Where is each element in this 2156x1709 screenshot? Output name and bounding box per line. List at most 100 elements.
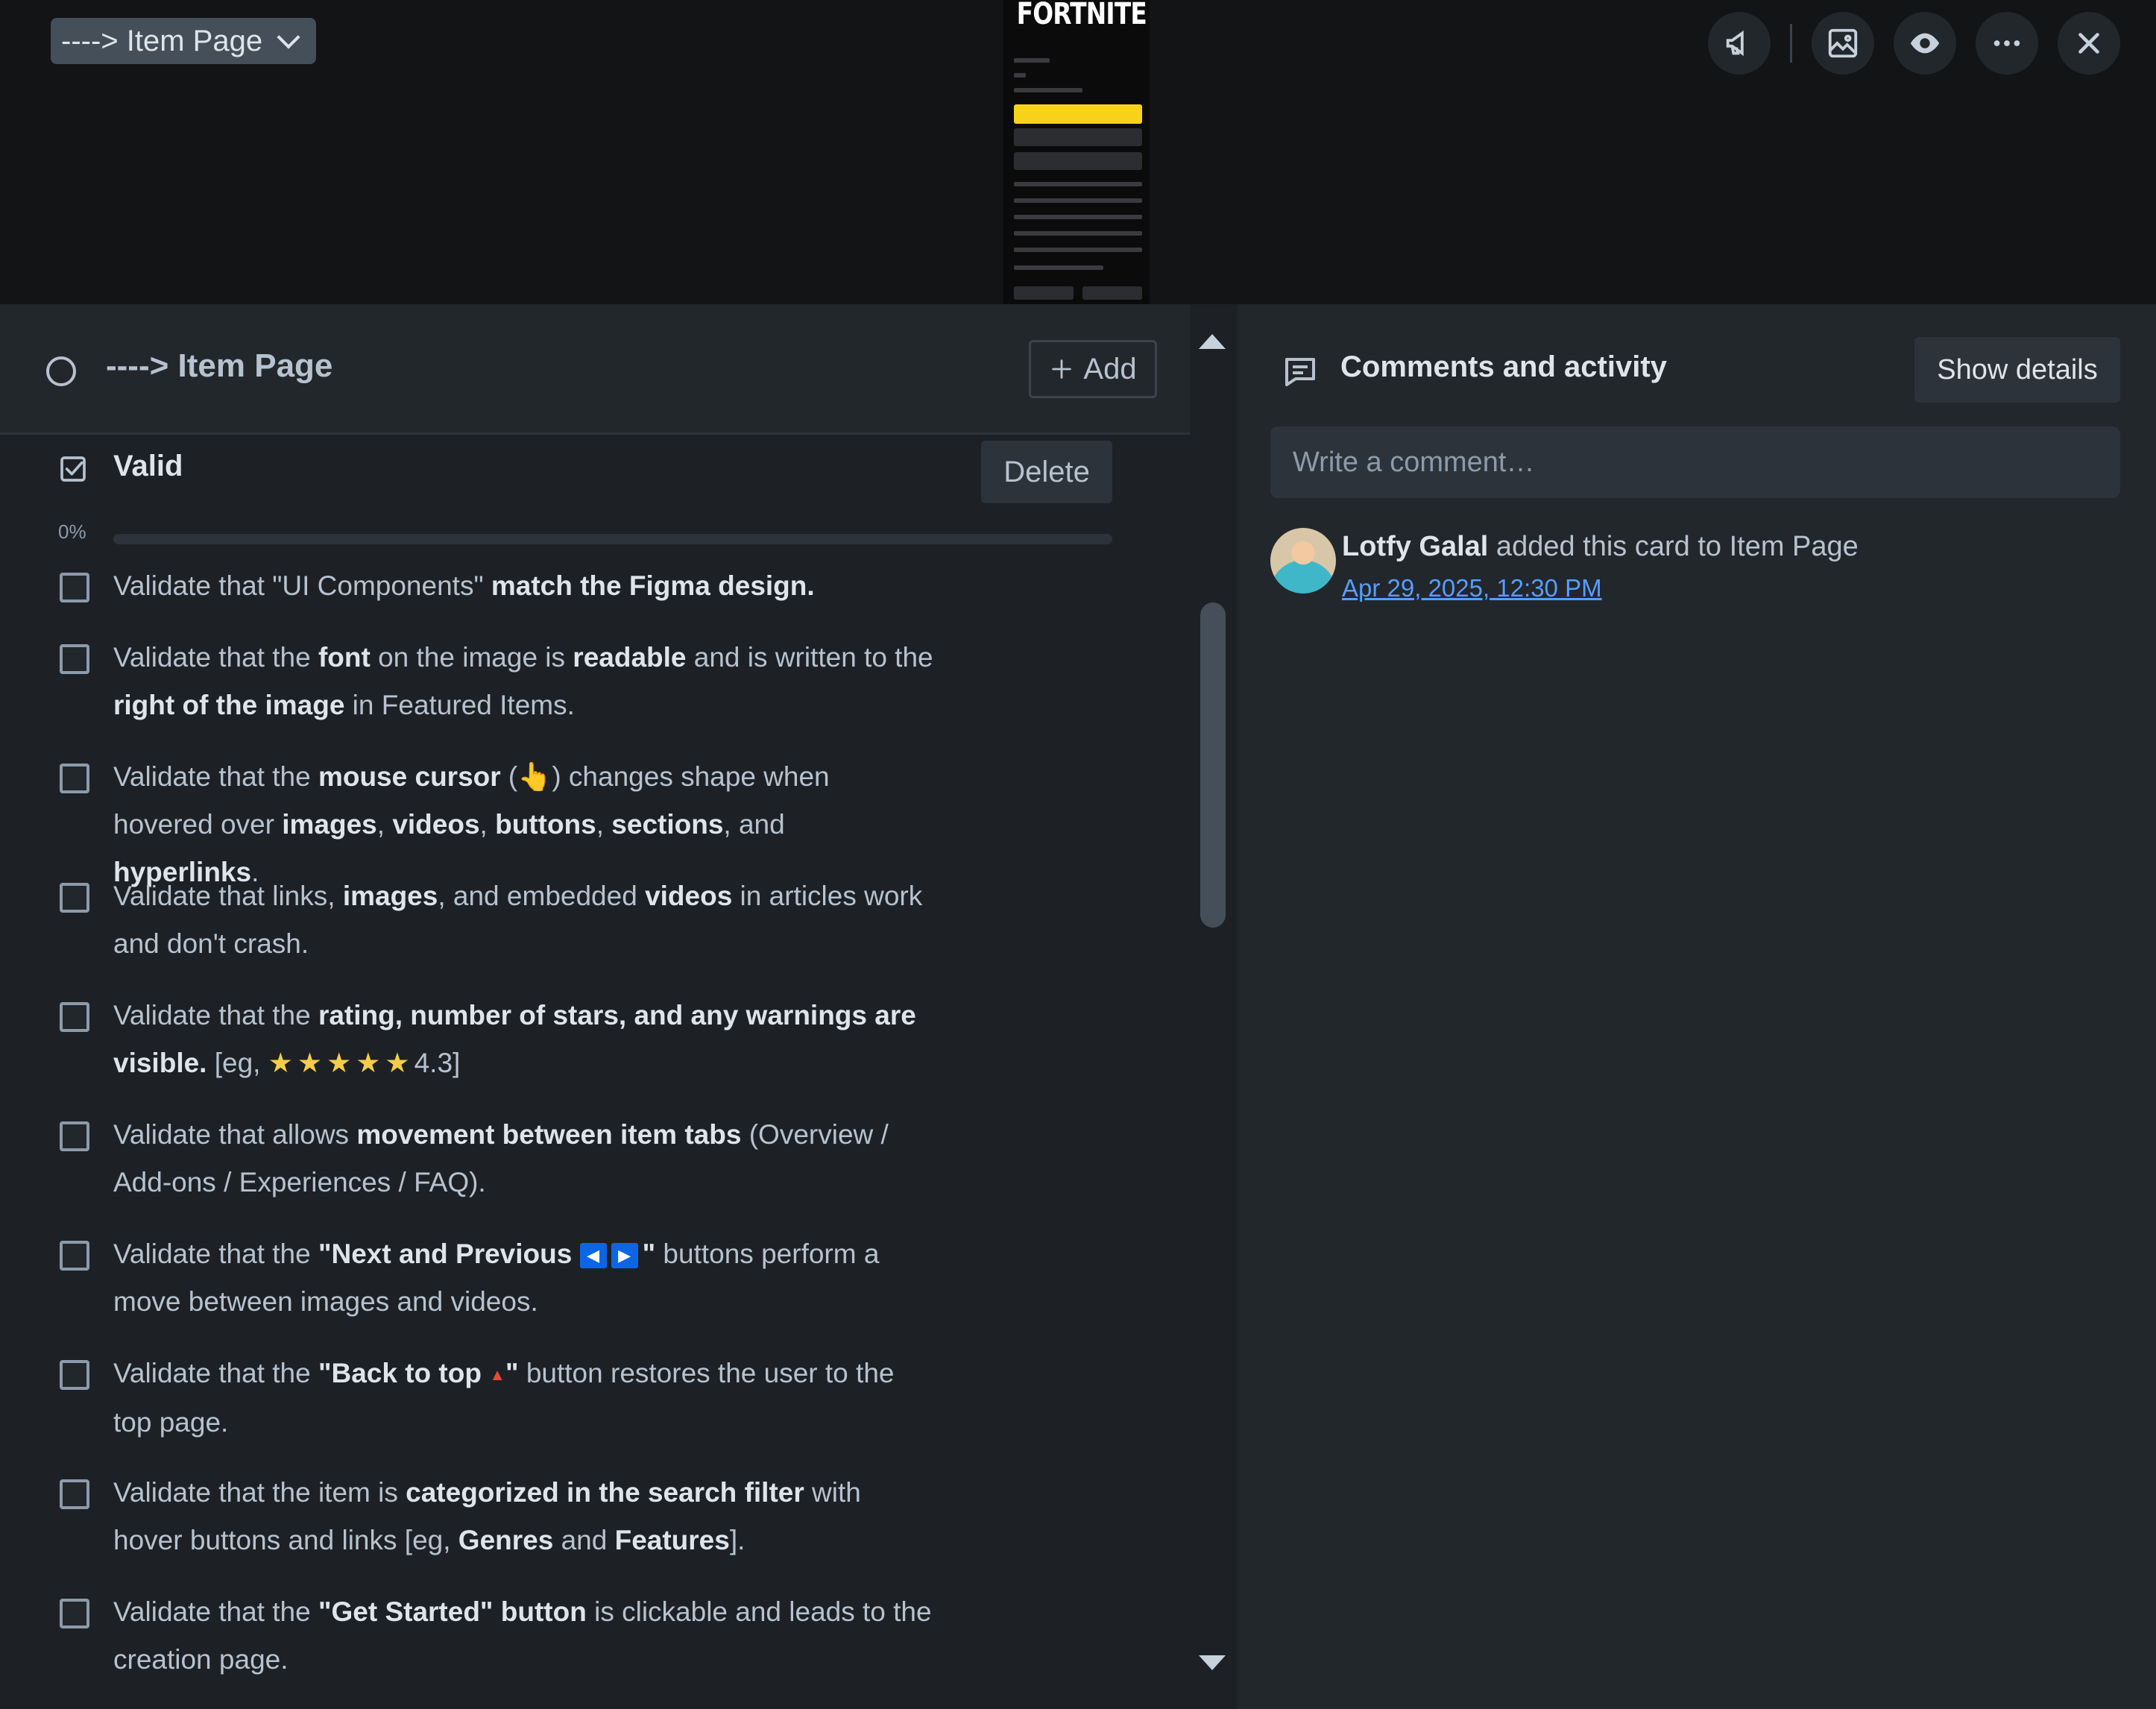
activity-title: Comments and activity (1340, 350, 1667, 383)
checkbox[interactable] (60, 764, 89, 793)
divider (1790, 24, 1792, 63)
checklist-item-text[interactable]: Validate that allows movement between it… (113, 1111, 933, 1206)
checklist-section-title[interactable]: Valid (113, 450, 183, 483)
item-text-bold: readable (573, 642, 687, 673)
item-text-segment: and (553, 1525, 615, 1555)
item-text-bold: videos (645, 881, 733, 911)
thumbnail-line (1014, 58, 1050, 63)
checkbox[interactable] (60, 1479, 89, 1509)
comment-input[interactable] (1270, 427, 2120, 498)
checkbox[interactable] (60, 573, 89, 602)
checklist-item: Validate that the "Back to top ▲" button… (0, 1351, 1163, 1470)
star-icon: ★ (356, 1048, 381, 1078)
checklist-item: Validate that the "Get Started" button i… (0, 1590, 1163, 1709)
checkbox[interactable] (60, 1241, 89, 1271)
checklist-section-header: Valid Delete (0, 435, 1190, 509)
activity-panel: Comments and activity Show details Lotfy… (1238, 304, 2156, 1709)
checkbox[interactable] (60, 644, 89, 674)
image-icon (1828, 28, 1858, 58)
card-cover: ----> Item Page FORTNITE (0, 0, 2156, 304)
checkbox[interactable] (60, 1360, 89, 1390)
thumbnail-yellow-button (1014, 104, 1142, 124)
checklist-item: Validate that the rating, number of star… (0, 993, 1163, 1112)
scroll-down-arrow-icon[interactable] (1199, 1655, 1226, 1670)
item-text-bold: images (342, 881, 438, 911)
progress-percent: 0% (58, 520, 86, 543)
card-actions (1708, 12, 2120, 75)
checklist-item: Validate that links, images, and embedde… (0, 874, 1163, 993)
item-text-bold: Features (614, 1525, 730, 1555)
activity-user[interactable]: Lotfy Galal (1342, 531, 1488, 562)
checklist-item-text[interactable]: Validate that the item is categorized in… (113, 1469, 933, 1564)
delete-checklist-button[interactable]: Delete (981, 441, 1112, 503)
checkbox[interactable] (60, 1121, 89, 1151)
item-text-segment: Validate that the (113, 1358, 318, 1388)
item-text-segment: , (479, 809, 496, 840)
checklist-item-text[interactable]: Validate that the rating, number of star… (113, 992, 933, 1087)
thumbnail-row (1014, 248, 1142, 252)
item-text-segment: , and (723, 809, 785, 840)
item-text-bold: right of the image (113, 690, 345, 720)
thumbnail-line (1014, 88, 1082, 92)
circle-icon[interactable] (46, 356, 76, 386)
add-button-label: Add (1083, 352, 1137, 385)
list-selector[interactable]: ----> Item Page (51, 18, 317, 64)
thumbnail-button (1082, 286, 1142, 300)
checklist-title[interactable]: ----> Item Page (106, 347, 332, 385)
star-icon: ★ (297, 1048, 323, 1078)
item-text-segment: ]. (729, 1525, 746, 1555)
item-text-segment: Validate that the (113, 1000, 318, 1030)
megaphone-icon (1726, 30, 1744, 57)
thumbnail-button (1014, 286, 1074, 300)
close-button[interactable] (2058, 12, 2120, 75)
checklist-item-text[interactable]: Validate that the "Next and Previous ◀ ▶ "… (113, 1230, 933, 1326)
show-details-button[interactable]: Show details (1914, 337, 2120, 403)
add-button[interactable]: Add (1029, 340, 1157, 398)
item-text-bold: " (642, 1239, 656, 1269)
eye-icon (1910, 33, 1940, 54)
checklist-item: Validate that the "Next and Previous ◀ ▶ "… (0, 1232, 1163, 1351)
checkbox-checked-icon (60, 456, 86, 482)
activity-entry: Lotfy Galal added this card to Item Page (1342, 531, 1859, 563)
chevron-down-icon (277, 25, 300, 49)
watch-button[interactable] (1894, 12, 1956, 75)
list-selector-label: ----> Item Page (61, 24, 263, 57)
checklist-item: Validate that the item is categorized in… (0, 1470, 1163, 1590)
star-icon: ★ (327, 1048, 352, 1078)
item-text-segment: Validate that the (113, 1596, 318, 1627)
more-actions-button[interactable] (1976, 12, 2038, 75)
comments-icon (1285, 358, 1315, 386)
checklist-item-text[interactable]: Validate that the "Back to top ▲" button… (113, 1350, 933, 1447)
more-icon (1993, 40, 2020, 46)
checkbox[interactable] (60, 1599, 89, 1628)
item-text-bold: buttons (495, 809, 596, 840)
item-text-bold: mouse cursor (318, 761, 501, 792)
item-text-bold: Genres (458, 1525, 554, 1555)
megaphone-button[interactable] (1708, 12, 1771, 75)
thumbnail-logo: FORTNITE (1016, 0, 1147, 31)
scrollbar-thumb[interactable] (1200, 602, 1226, 928)
item-text-segment: Validate that "UI Components" (113, 570, 491, 601)
item-text-segment: Validate that the (113, 761, 318, 792)
thumbnail-row (1014, 231, 1142, 236)
activity-date-link[interactable]: Apr 29, 2025, 12:30 PM (1342, 574, 1602, 602)
checkbox[interactable] (60, 1002, 89, 1032)
item-text-segment: Validate that the item is (113, 1477, 406, 1508)
thumbnail-button (1014, 152, 1142, 170)
cover-thumbnail[interactable]: FORTNITE (1003, 0, 1150, 304)
avatar[interactable] (1270, 528, 1336, 594)
checkbox[interactable] (60, 883, 89, 913)
scroll-up-arrow-icon[interactable] (1199, 334, 1226, 349)
item-text-segment: [eg, (207, 1048, 268, 1078)
checklist-item-text[interactable]: Validate that the "Get Started" button i… (113, 1588, 933, 1684)
scrollbar[interactable] (1190, 304, 1238, 1709)
checklist-item-text[interactable]: Validate that links, images, and embedde… (113, 872, 933, 968)
activity-text: added this card to Item Page (1488, 531, 1859, 562)
cover-image-button[interactable] (1812, 12, 1874, 75)
checklist-item: Validate that the font on the image is r… (0, 635, 1163, 755)
item-text-segment: , (596, 809, 612, 840)
item-text-segment: 4.3] (414, 1048, 461, 1078)
checklist-item-text[interactable]: Validate that "UI Components" match the … (113, 562, 933, 610)
checklist-item-text[interactable]: Validate that the font on the image is r… (113, 634, 933, 729)
star-icon: ★ (385, 1048, 410, 1078)
